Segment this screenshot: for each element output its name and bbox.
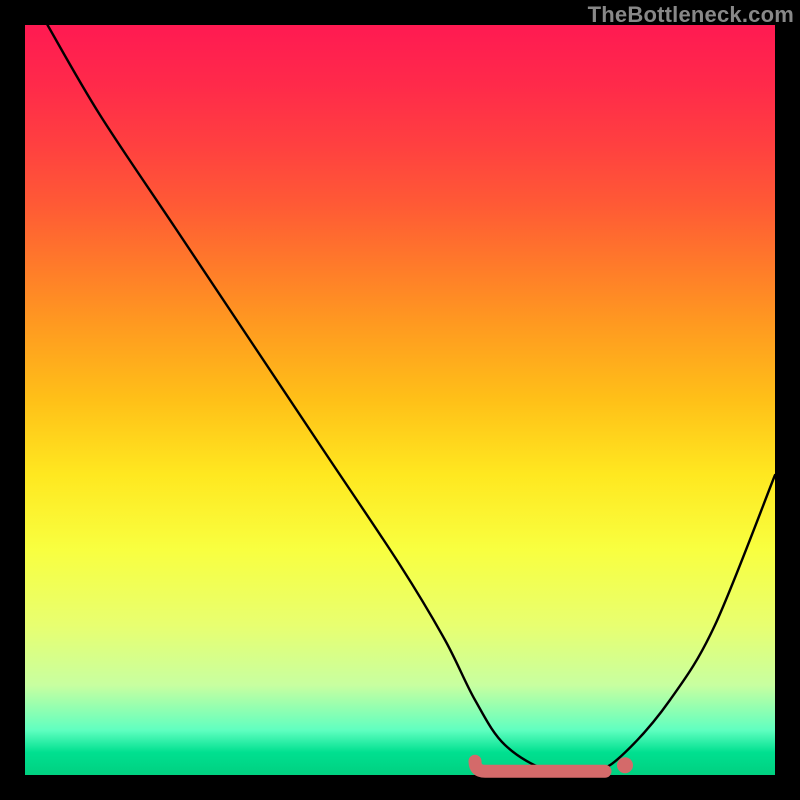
- valley-marker: [475, 761, 605, 771]
- chart-frame: TheBottleneck.com: [0, 0, 800, 800]
- bottleneck-curve: [48, 25, 776, 774]
- chart-svg: [25, 25, 775, 775]
- valley-dot: [617, 757, 633, 773]
- watermark-text: TheBottleneck.com: [588, 2, 794, 28]
- plot-area: [25, 25, 775, 775]
